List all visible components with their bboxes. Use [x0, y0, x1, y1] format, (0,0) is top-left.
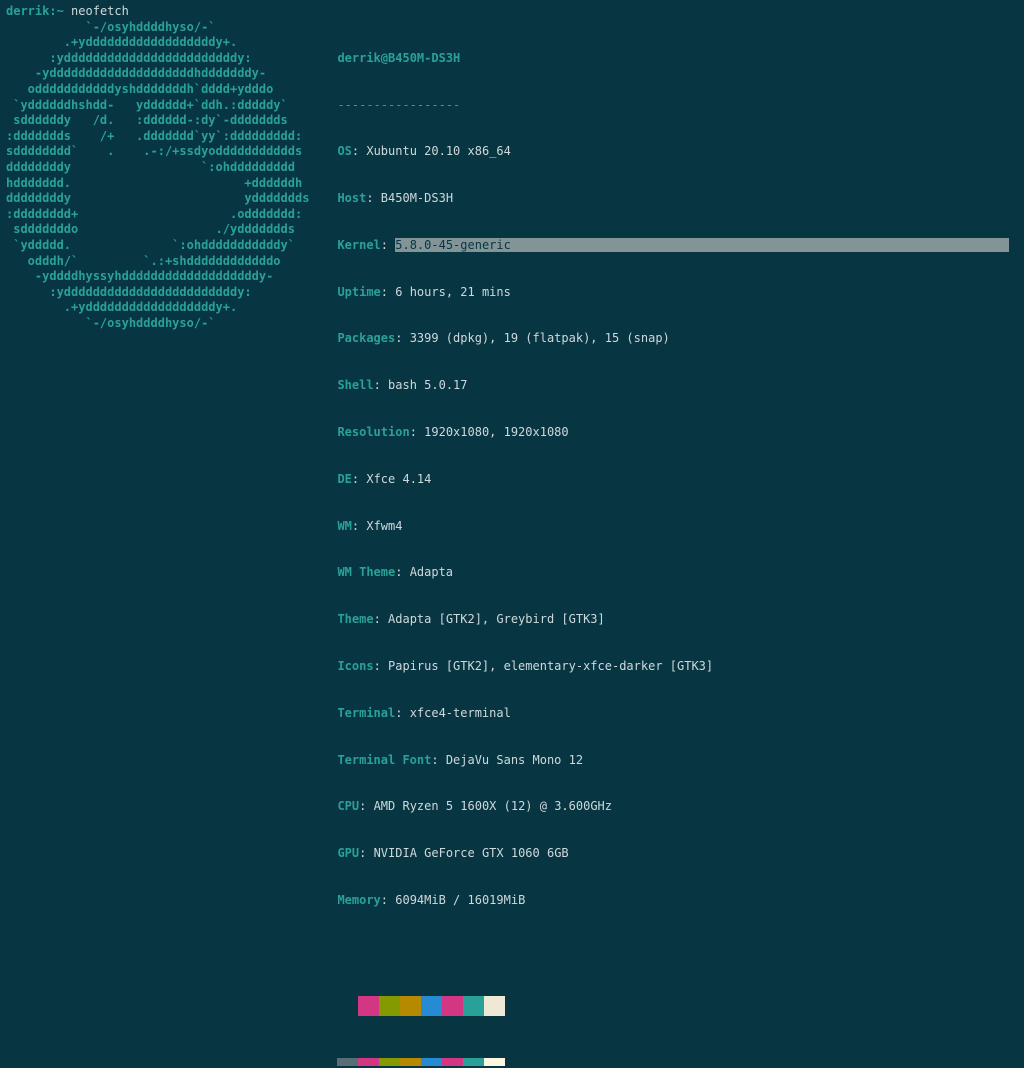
info-uptime: Uptime: 6 hours, 21 mins: [337, 285, 1009, 301]
info-os: OS: Xubuntu 20.10 x86_64: [337, 144, 1009, 160]
info-value: AMD Ryzen 5 1600X (12) @ 3.600GHz: [374, 799, 612, 813]
info-shell: Shell: bash 5.0.17: [337, 378, 1009, 394]
info-label: Resolution: [337, 425, 409, 439]
info-label: Terminal: [337, 706, 395, 720]
color-swatch: [442, 996, 463, 1016]
color-swatch: [400, 996, 421, 1016]
info-at: @: [381, 51, 388, 65]
info-value: 3399 (dpkg), 19 (flatpak), 15 (snap): [410, 331, 670, 345]
info-value: NVIDIA GeForce GTX 1060 6GB: [374, 846, 569, 860]
info-label: Theme: [337, 612, 373, 626]
info-label: Host: [337, 191, 366, 205]
info-label: DE: [337, 472, 351, 486]
info-theme: Theme: Adapta [GTK2], Greybird [GTK3]: [337, 612, 1009, 628]
neofetch-output: `-/osyhddddhyso/-` .+ydddddddddddddddddd…: [6, 20, 1018, 1068]
info-de: DE: Xfce 4.14: [337, 472, 1009, 488]
info-header: derrik@B450M-DS3H: [337, 51, 1009, 67]
color-swatch: [358, 1058, 379, 1066]
info-label: Icons: [337, 659, 373, 673]
info-label: WM: [337, 519, 351, 533]
info-divider: -----------------: [337, 98, 1009, 114]
swatch-row-2: [337, 1058, 1009, 1066]
info-value: Papirus [GTK2], elementary-xfce-darker […: [388, 659, 713, 673]
system-info-block: derrik@B450M-DS3H ----------------- OS: …: [337, 20, 1009, 1068]
prompt-line-1: derrik:~ neofetch: [6, 4, 1018, 20]
swatch-row-1: [337, 996, 1009, 1016]
color-swatch: [379, 996, 400, 1016]
info-label: Terminal Font: [337, 753, 431, 767]
info-wm: WM: Xfwm4: [337, 519, 1009, 535]
info-terminal-font: Terminal Font: DejaVu Sans Mono 12: [337, 753, 1009, 769]
info-label: Shell: [337, 378, 373, 392]
info-value: 6094MiB / 16019MiB: [395, 893, 525, 907]
info-kernel: Kernel: 5.8.0-45-generic: [337, 238, 1009, 254]
color-swatch: [337, 1058, 358, 1066]
color-swatch: [379, 1058, 400, 1066]
info-value: DejaVu Sans Mono 12: [446, 753, 583, 767]
info-value: 6 hours, 21 mins: [395, 285, 511, 299]
info-value: Xubuntu 20.10 x86_64: [366, 144, 511, 158]
info-label: Uptime: [337, 285, 380, 299]
color-swatch: [337, 996, 358, 1016]
info-label: CPU: [337, 799, 359, 813]
info-value-highlighted: 5.8.0-45-generic: [395, 238, 511, 252]
info-host-machine: Host: B450M-DS3H: [337, 191, 1009, 207]
info-value: B450M-DS3H: [381, 191, 453, 205]
info-label: Packages: [337, 331, 395, 345]
color-swatch: [421, 996, 442, 1016]
info-value: xfce4-terminal: [410, 706, 511, 720]
color-swatch: [358, 996, 379, 1016]
color-swatch: [484, 996, 505, 1016]
info-value: Xfwm4: [366, 519, 402, 533]
info-terminal: Terminal: xfce4-terminal: [337, 706, 1009, 722]
info-cpu: CPU: AMD Ryzen 5 1600X (12) @ 3.600GHz: [337, 799, 1009, 815]
prompt-user: derrik:: [6, 4, 57, 18]
info-packages: Packages: 3399 (dpkg), 19 (flatpak), 15 …: [337, 331, 1009, 347]
info-label: Kernel: [337, 238, 380, 252]
color-swatch: [400, 1058, 421, 1066]
color-swatch: [442, 1058, 463, 1066]
info-value: Adapta: [410, 565, 453, 579]
color-swatches: [337, 955, 1009, 1068]
prompt-tilde: ~: [57, 4, 64, 18]
info-wm-theme: WM Theme: Adapta: [337, 565, 1009, 581]
info-host: B450M-DS3H: [388, 51, 460, 65]
info-label: OS: [337, 144, 351, 158]
color-swatch: [421, 1058, 442, 1066]
info-label: GPU: [337, 846, 359, 860]
info-value: 1920x1080, 1920x1080: [424, 425, 569, 439]
info-label: Memory: [337, 893, 380, 907]
color-swatch: [484, 1058, 505, 1066]
info-memory: Memory: 6094MiB / 16019MiB: [337, 893, 1009, 909]
color-swatch: [463, 1058, 484, 1066]
info-gpu: GPU: NVIDIA GeForce GTX 1060 6GB: [337, 846, 1009, 862]
prompt-command: neofetch: [71, 4, 129, 18]
info-label: WM Theme: [337, 565, 395, 579]
info-value: Xfce 4.14: [366, 472, 431, 486]
info-resolution: Resolution: 1920x1080, 1920x1080: [337, 425, 1009, 441]
info-value: Adapta [GTK2], Greybird [GTK3]: [388, 612, 605, 626]
info-user: derrik: [337, 51, 380, 65]
color-swatch: [463, 996, 484, 1016]
info-value: bash 5.0.17: [388, 378, 467, 392]
info-icons: Icons: Papirus [GTK2], elementary-xfce-d…: [337, 659, 1009, 675]
distro-ascii-logo: `-/osyhddddhyso/-` .+ydddddddddddddddddd…: [6, 20, 309, 332]
